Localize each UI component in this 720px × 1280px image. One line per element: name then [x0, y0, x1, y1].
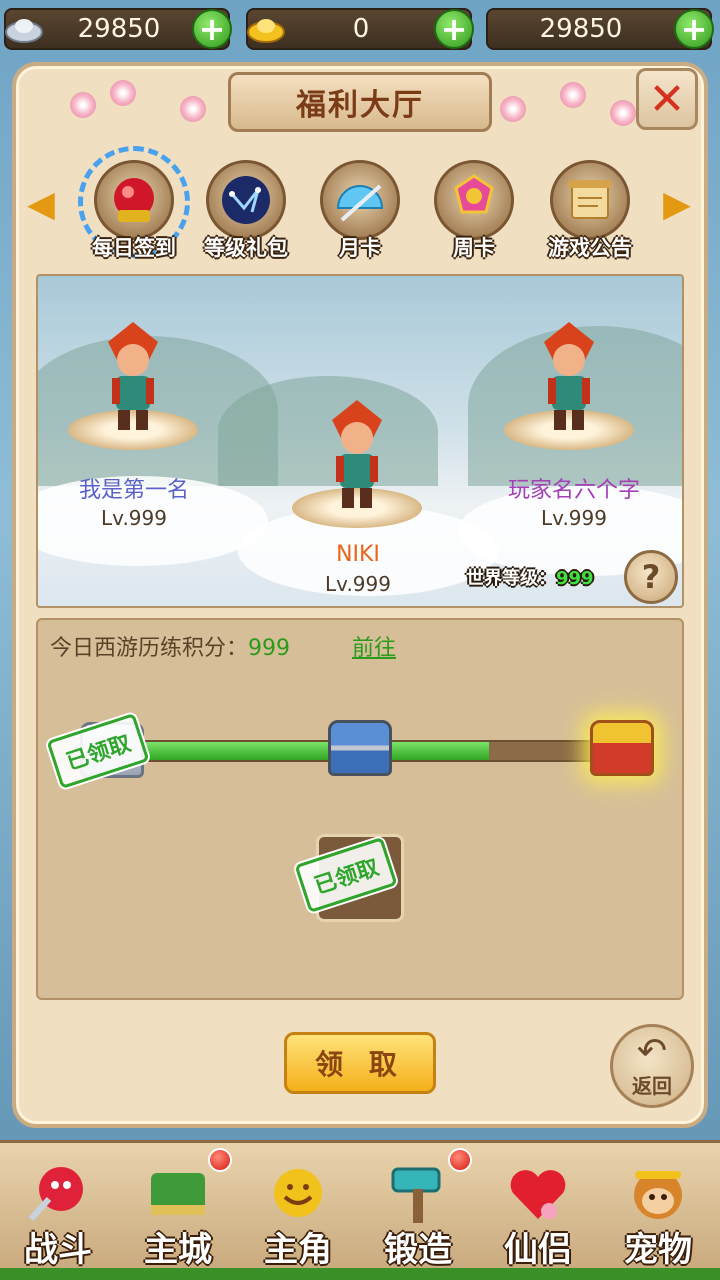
blue-chest[interactable]	[328, 720, 392, 776]
blossom-decoration	[70, 92, 96, 118]
nav-label: 仙侣	[504, 1230, 572, 1270]
nav-label: 主角	[264, 1230, 332, 1270]
nav-pet[interactable]: 宠物	[604, 1148, 712, 1270]
rank-2-hero[interactable]	[292, 378, 422, 528]
blossom-decoration	[500, 96, 526, 122]
progress-box	[36, 618, 684, 1000]
gold-ingot-icon	[244, 12, 288, 46]
constellation-icon	[206, 160, 286, 240]
add-third-currency-button[interactable]: +	[674, 9, 714, 49]
rank-3-level: Lv.999	[541, 506, 607, 530]
tab-label: 月卡	[339, 236, 381, 260]
question-mark-icon: ?	[641, 558, 661, 596]
gold-amount: 0	[352, 14, 370, 44]
add-silver-button[interactable]: +	[192, 9, 232, 49]
back-arrow-icon: ↶	[636, 1030, 668, 1072]
tab-label: 周卡	[453, 236, 495, 260]
fan-sword-icon	[320, 160, 400, 240]
blossom-decoration	[610, 100, 636, 126]
rank-1-name: 我是第一名	[78, 478, 189, 503]
tab-label: 游戏公告	[548, 236, 632, 260]
tab-monthly-card[interactable]: 月卡	[312, 160, 408, 264]
nav-hero[interactable]: 主角	[244, 1148, 352, 1270]
close-icon: ✕	[648, 73, 686, 125]
nav-partner[interactable]: 仙侣	[484, 1148, 592, 1270]
close-button[interactable]: ✕	[636, 68, 698, 130]
tab-label: 等级礼包	[204, 236, 288, 260]
back-button[interactable]: ↶ 返回	[610, 1024, 694, 1108]
rank-1-level: Lv.999	[101, 506, 167, 530]
silver-ingot-icon	[2, 12, 46, 46]
notification-dot	[448, 1148, 472, 1172]
goto-link[interactable]: 前往	[352, 630, 396, 662]
rank-3-name: 玩家名六个字	[507, 478, 640, 503]
panel-title: 福利大厅	[228, 72, 492, 132]
gold-currency: 0 +	[244, 8, 474, 50]
nav-label: 主城	[144, 1230, 212, 1270]
rank-2-level: Lv.999	[325, 572, 391, 596]
nav-forge[interactable]: 锻造	[364, 1148, 472, 1270]
blossom-decoration	[560, 82, 586, 108]
tabs-prev-arrow[interactable]: ◀	[26, 182, 56, 226]
rank-3-hero[interactable]	[504, 300, 634, 450]
score-label: 今日西游历练积分：	[50, 636, 249, 661]
third-currency: 29850 +	[486, 8, 714, 50]
hero-figure	[108, 322, 158, 430]
nav-label: 战斗	[24, 1230, 92, 1270]
world-level-value: 999	[556, 568, 594, 589]
silver-currency: 29850 +	[2, 8, 232, 50]
rank-2-name: NIKI	[336, 542, 380, 567]
world-level-label: 世界等级：	[466, 568, 556, 589]
score-value: 999	[248, 636, 291, 661]
nav-label: 宠物	[624, 1230, 692, 1270]
score-row: 今日西游历练积分：999	[50, 630, 290, 662]
tab-daily-signin[interactable]: 每日签到	[78, 146, 190, 264]
hero-figure	[544, 322, 594, 430]
medal-icon	[434, 160, 514, 240]
hero-figure	[332, 400, 382, 508]
notification-dot	[208, 1148, 232, 1172]
scroll-icon	[550, 160, 630, 240]
silver-amount: 29850	[77, 14, 161, 44]
world-level: 世界等级：999	[466, 564, 594, 590]
tabs-next-arrow[interactable]: ▶	[662, 182, 692, 226]
tab-weekly-card[interactable]: 周卡	[426, 160, 522, 264]
tab-game-notice[interactable]: 游戏公告	[542, 160, 638, 264]
blossom-decoration	[110, 80, 136, 106]
claim-button[interactable]: 领 取	[284, 1032, 436, 1094]
rank-1-hero[interactable]	[68, 300, 198, 450]
progress-fill	[102, 742, 489, 760]
add-gold-button[interactable]: +	[434, 9, 474, 49]
tab-level-gift[interactable]: 等级礼包	[198, 160, 294, 264]
nav-label: 锻造	[384, 1230, 452, 1270]
tab-label: 每日签到	[92, 236, 176, 260]
third-amount: 29850	[539, 14, 623, 44]
nav-battle[interactable]: 战斗	[4, 1148, 112, 1270]
help-button[interactable]: ?	[624, 550, 678, 604]
gold-chest[interactable]	[590, 720, 654, 776]
back-label: 返回	[632, 1073, 672, 1098]
blossom-decoration	[180, 96, 206, 122]
nav-city[interactable]: 主城	[124, 1148, 232, 1270]
red-orb-icon	[94, 160, 174, 240]
bottom-status-bar	[0, 1268, 720, 1280]
